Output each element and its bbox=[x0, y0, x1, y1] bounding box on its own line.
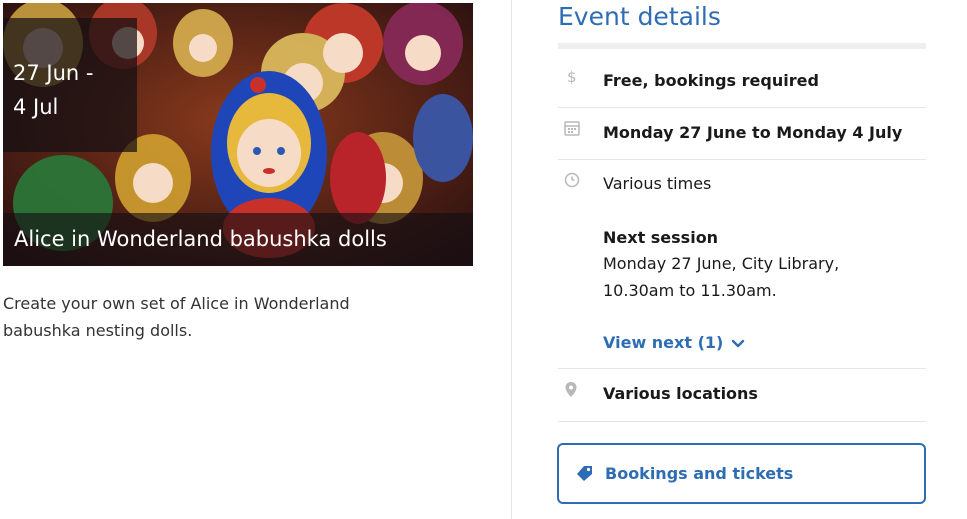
date-range-start: 27 Jun - bbox=[13, 61, 94, 85]
event-title[interactable]: Alice in Wonderland babushka dolls bbox=[3, 213, 473, 266]
bookings-and-tickets-button[interactable]: Bookings and tickets bbox=[557, 443, 926, 504]
clock-icon bbox=[564, 172, 580, 188]
next-session-heading: Next session bbox=[603, 228, 719, 247]
map-pin-icon bbox=[564, 381, 580, 397]
times-text: Various times bbox=[603, 174, 712, 193]
next-session-detail: 10.30am to 11.30am. bbox=[603, 281, 777, 300]
location-text: Various locations bbox=[603, 384, 758, 403]
ticket-tag-icon bbox=[577, 466, 592, 481]
event-description-line: babushka nesting dolls. bbox=[3, 321, 193, 340]
event-details-heading: Event details bbox=[558, 2, 721, 31]
event-description: Create your own set of Alice in Wonderla… bbox=[3, 290, 443, 344]
view-next-sessions-link[interactable]: View next (1) bbox=[603, 330, 745, 356]
bookings-button-label: Bookings and tickets bbox=[605, 464, 794, 483]
dollar-icon: $ bbox=[564, 67, 580, 86]
detail-row-dates: Monday 27 June to Monday 4 July bbox=[558, 107, 926, 160]
date-range-end: 4 Jul bbox=[13, 95, 59, 119]
event-hero-image[interactable]: 27 Jun - 4 Jul Alice in Wonderland babus… bbox=[3, 3, 473, 266]
detail-row-cost: $ Free, bookings required bbox=[558, 54, 926, 108]
event-date-badge: 27 Jun - 4 Jul bbox=[3, 18, 137, 152]
cost-text: Free, bookings required bbox=[603, 71, 819, 90]
chevron-down-icon bbox=[732, 339, 745, 347]
dates-text: Monday 27 June to Monday 4 July bbox=[603, 123, 903, 142]
next-session-detail: Monday 27 June, City Library, bbox=[603, 254, 840, 273]
column-divider bbox=[511, 0, 512, 519]
heading-divider bbox=[558, 43, 926, 49]
svg-text:$: $ bbox=[567, 68, 577, 85]
calendar-icon bbox=[564, 120, 580, 136]
event-description-line: Create your own set of Alice in Wonderla… bbox=[3, 294, 350, 313]
detail-row-location: Various locations bbox=[558, 368, 926, 422]
view-next-label: View next (1) bbox=[603, 333, 724, 352]
